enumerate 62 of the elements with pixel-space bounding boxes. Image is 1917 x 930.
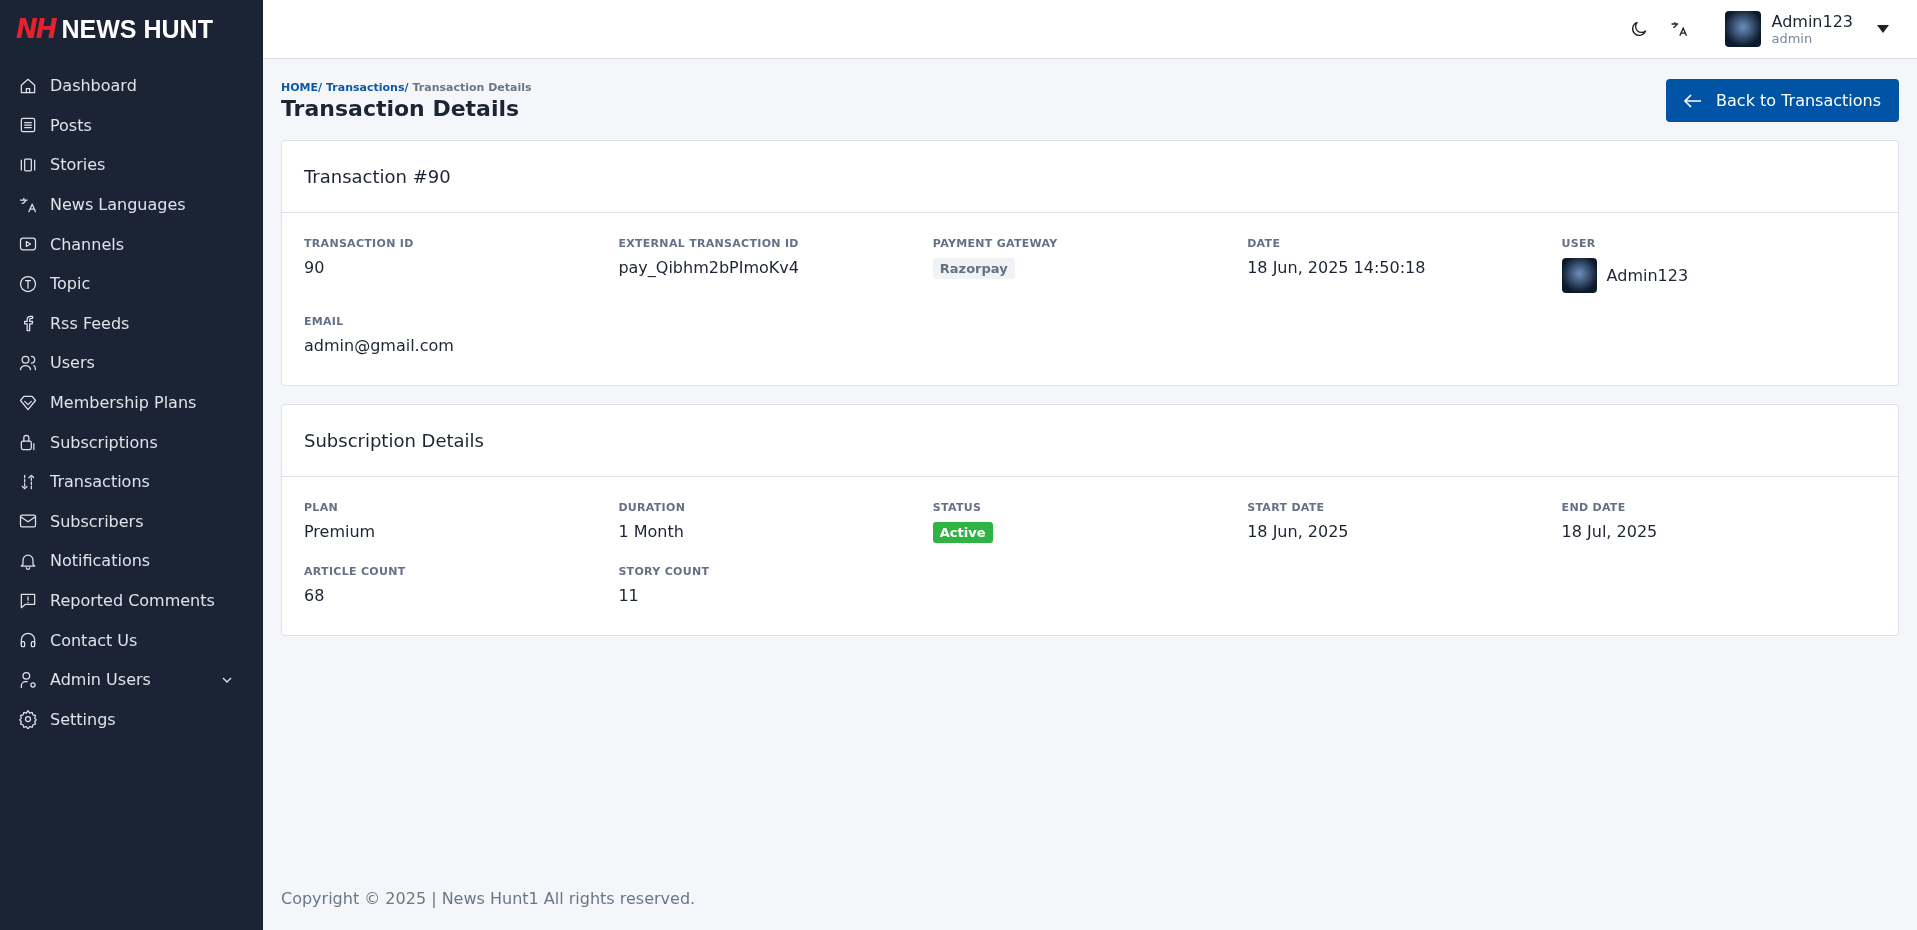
avatar-image[interactable] — [1725, 11, 1762, 47]
field-value: pay_Qibhm2bPImoKv4 — [618, 258, 800, 277]
avatar-image — [1561, 258, 1597, 293]
footer-text: Copyright © 2025 | News Hunt1 All rights reserved. — [280, 889, 697, 910]
gateway-tag: Razorpay — [932, 258, 1015, 279]
field-label: EMAIL — [304, 315, 345, 328]
sidebar-item[interactable]: Users — [0, 343, 263, 383]
field-label: DATE — [1247, 237, 1282, 250]
sidebar-item[interactable]: Posts — [0, 105, 263, 146]
brand-name: NEWS HUNT — [61, 14, 213, 44]
breadcrumb-link[interactable]: Transactions/ — [326, 81, 409, 94]
field-value: 18 Jun, 2025 — [1247, 522, 1350, 541]
card-title: Subscription Details — [282, 405, 1898, 477]
sidebar-item[interactable]: Topic — [0, 263, 263, 304]
field-value: Premium — [304, 522, 377, 541]
sidebar-item[interactable]: Subscriptions — [0, 422, 263, 462]
user-role: admin — [1771, 31, 1814, 46]
sidebar-item[interactable]: Channels — [0, 224, 263, 264]
field-label: DURATION — [618, 501, 687, 514]
page-title: Transaction Details — [281, 96, 521, 121]
field-label: STORY COUNT — [618, 565, 711, 578]
sidebar-item[interactable]: Admin Users — [0, 659, 263, 700]
sidebar-item[interactable]: Contact Us — [0, 620, 263, 660]
field-value: Admin123 — [1606, 266, 1689, 285]
field-label: EXTERNAL TRANSACTION ID — [618, 237, 800, 250]
field-value: 18 Jul, 2025 — [1561, 522, 1659, 541]
status-badge: Active — [932, 522, 993, 543]
field-value: 1 Month — [618, 522, 685, 541]
field-value: admin@gmail.com — [304, 336, 455, 355]
field-value: 18 Jun, 2025 14:50:18 — [1247, 258, 1427, 277]
sidebar-item[interactable]: Dashboard — [0, 66, 263, 106]
field-value: 90 — [304, 258, 326, 277]
sidebar-item[interactable]: Rss Feeds — [0, 303, 263, 344]
sidebar-item[interactable]: Reported Comments — [0, 580, 263, 621]
breadcrumb-current: Transaction Details — [412, 81, 532, 94]
field-label: ARTICLE COUNT — [304, 565, 407, 578]
translate-icon[interactable] — [1669, 19, 1690, 39]
field-label: STATUS — [932, 501, 983, 514]
field-label: PAYMENT GATEWAY — [932, 237, 1059, 250]
field-label: USER — [1561, 237, 1597, 250]
card-title: Transaction #90 — [282, 141, 1898, 213]
field-label: TRANSACTION ID — [304, 237, 415, 250]
field-label: PLAN — [304, 501, 339, 514]
sidebar-item[interactable]: Membership Plans — [0, 382, 263, 423]
topic-icon — [18, 273, 38, 294]
sidebar-item[interactable]: News Languages — [0, 184, 263, 225]
sidebar-item[interactable]: Stories — [0, 145, 263, 185]
breadcrumb-link[interactable]: HOME/ — [281, 81, 323, 94]
arrow-left-icon — [1684, 93, 1703, 108]
logo-mark: NH — [16, 14, 56, 44]
settings-icon — [18, 709, 38, 730]
sidebar-item[interactable]: Notifications — [0, 541, 263, 581]
user-name: Admin123 — [1771, 12, 1853, 31]
field-value: 11 — [618, 586, 640, 605]
back-button[interactable]: Back to Transactions — [1666, 79, 1899, 122]
field-label: START DATE — [1247, 501, 1326, 514]
field-label: END DATE — [1561, 501, 1627, 514]
field-value: 68 — [304, 586, 326, 605]
sidebar-item[interactable]: Transactions — [0, 461, 263, 502]
sidebar-item[interactable]: Settings — [0, 699, 263, 740]
caret-icon[interactable] — [1877, 25, 1889, 33]
sidebar-item[interactable]: Subscribers — [0, 501, 263, 542]
